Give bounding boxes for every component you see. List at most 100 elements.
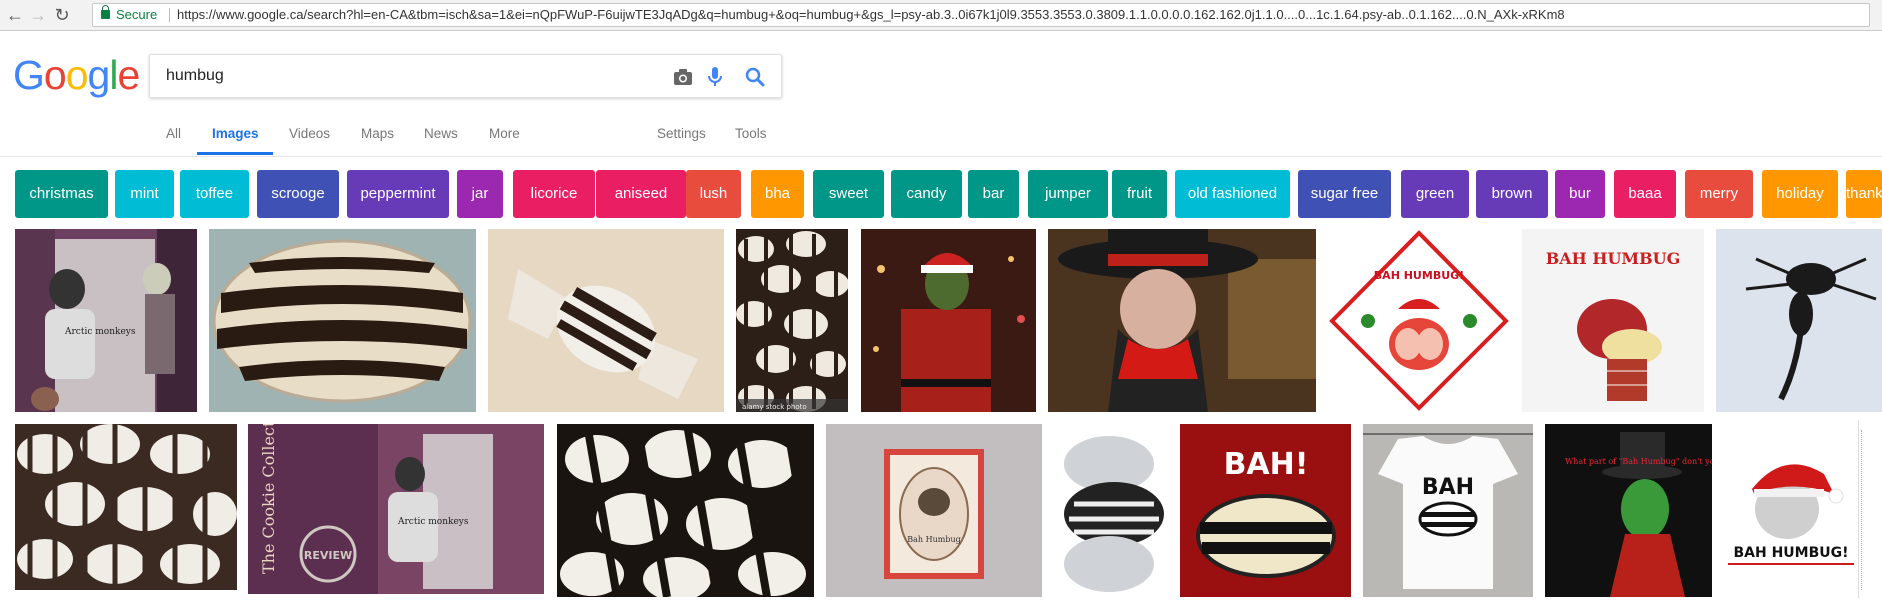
chip-label: scrooge bbox=[271, 185, 325, 202]
logo-letter: o bbox=[43, 52, 67, 98]
image-result-wrapped-humbug[interactable] bbox=[488, 229, 724, 412]
google-logo[interactable]: Google bbox=[13, 52, 140, 99]
logo-letter: e bbox=[117, 52, 140, 98]
chip-sugar-free[interactable]: sugar free bbox=[1298, 170, 1391, 218]
chip-brown[interactable]: brown bbox=[1476, 170, 1548, 218]
chip-merry[interactable]: merry bbox=[1685, 170, 1753, 218]
chip-label: bha bbox=[764, 185, 791, 202]
chip-christmas[interactable]: christmas bbox=[15, 170, 108, 218]
image-result-bug[interactable] bbox=[1716, 229, 1882, 412]
divider bbox=[0, 156, 1882, 157]
reload-button[interactable]: ↻ bbox=[51, 3, 73, 27]
tab-tools[interactable]: Tools bbox=[735, 126, 767, 141]
scrollbar[interactable] bbox=[1858, 420, 1868, 598]
image-text: REVIEW bbox=[304, 549, 352, 562]
chip-bur[interactable]: bur bbox=[1555, 170, 1605, 218]
chip-label: toffee bbox=[195, 185, 234, 202]
chip-label: old fashioned bbox=[1187, 185, 1278, 202]
tab-news[interactable]: News bbox=[424, 126, 458, 141]
chip-label: baaa bbox=[1628, 185, 1662, 202]
chip-peppermint[interactable]: peppermint bbox=[347, 170, 449, 218]
image-result-humbug-mix[interactable] bbox=[557, 424, 814, 597]
reload-icon: ↻ bbox=[54, 5, 70, 25]
tab-all[interactable]: All bbox=[166, 126, 181, 141]
image-result-cookie-collector[interactable]: Arctic monkeys The Cookie Collector REVI… bbox=[248, 424, 544, 594]
chip-label: bar bbox=[982, 185, 1005, 202]
tab-images[interactable]: Images bbox=[212, 126, 259, 141]
chip-label: sweet bbox=[828, 185, 869, 202]
logo-letter: g bbox=[87, 52, 111, 98]
chip-jar[interactable]: jar bbox=[457, 170, 503, 218]
chip-scrooge[interactable]: scrooge bbox=[257, 170, 339, 218]
chip-lush[interactable]: lush bbox=[686, 170, 741, 218]
back-button[interactable]: ← bbox=[4, 3, 26, 27]
chip-fruit[interactable]: fruit bbox=[1112, 170, 1167, 218]
chip-label: jar bbox=[471, 185, 489, 202]
chip-jumper[interactable]: jumper bbox=[1028, 170, 1108, 218]
chip-mint[interactable]: mint bbox=[115, 170, 174, 218]
chip-label: jumper bbox=[1045, 185, 1091, 202]
tab-settings[interactable]: Settings bbox=[657, 126, 706, 141]
camera-icon[interactable] bbox=[671, 65, 695, 89]
search-icon[interactable] bbox=[743, 65, 767, 89]
search-box[interactable]: humbug bbox=[149, 54, 782, 98]
chip-label: aniseed bbox=[614, 185, 668, 202]
image-result-scrooge[interactable] bbox=[1048, 229, 1316, 412]
address-separator bbox=[169, 8, 170, 22]
tab-videos[interactable]: Videos bbox=[289, 126, 330, 141]
image-text: BAH HUMBUG bbox=[1546, 249, 1681, 268]
tab-maps[interactable]: Maps bbox=[361, 126, 394, 141]
image-text: BAH! bbox=[1224, 447, 1309, 482]
image-result-bah-candy[interactable]: BAH! bbox=[1180, 424, 1351, 597]
chip-sweet[interactable]: sweet bbox=[813, 170, 884, 218]
address-bar[interactable]: Secure https://www.google.ca/search?hl=e… bbox=[92, 3, 1870, 27]
chip-licorice[interactable]: licorice bbox=[513, 170, 595, 218]
chip-baaa[interactable]: baaa bbox=[1614, 170, 1676, 218]
forward-button[interactable]: → bbox=[27, 3, 49, 27]
chip-toffee[interactable]: toffee bbox=[180, 170, 249, 218]
tab-more[interactable]: More bbox=[489, 126, 520, 141]
image-text: BAH HUMBUG! bbox=[1733, 545, 1848, 561]
image-text: BAH HUMBUG! bbox=[1374, 269, 1464, 282]
logo-letter: o bbox=[65, 52, 89, 98]
chip-candy[interactable]: candy bbox=[891, 170, 962, 218]
chip-thank[interactable]: thank bbox=[1846, 170, 1882, 218]
image-result-bah-humbug-sign[interactable]: BAH HUMBUG! bbox=[1328, 229, 1510, 412]
secure-label: Secure bbox=[116, 7, 158, 22]
chip-green[interactable]: green bbox=[1401, 170, 1469, 218]
image-result-bah-tshirt[interactable]: BAH bbox=[1363, 424, 1533, 597]
image-result-bah-humbug-face[interactable]: BAH HUMBUG! bbox=[1724, 424, 1858, 597]
chip-old-fashioned[interactable]: old fashioned bbox=[1175, 170, 1290, 218]
logo-letter: G bbox=[13, 52, 45, 98]
chip-bar[interactable]: bar bbox=[968, 170, 1019, 218]
chip-label: candy bbox=[906, 185, 947, 202]
url-text[interactable]: https://www.google.ca/search?hl=en-CA&tb… bbox=[177, 4, 1565, 26]
lock-icon bbox=[101, 5, 110, 19]
chip-label: fruit bbox=[1126, 185, 1152, 202]
browser-toolbar: ← → ↻ Secure https://www.google.ca/searc… bbox=[0, 0, 1882, 31]
chip-label: bur bbox=[1569, 185, 1591, 202]
image-result-humbug-candy-large[interactable] bbox=[209, 229, 476, 412]
image-text: alamy stock photo bbox=[742, 403, 807, 411]
image-result-bah-humbug-cartoon[interactable]: BAH HUMBUG bbox=[1522, 229, 1704, 412]
image-text: Arctic monkeys bbox=[64, 327, 136, 337]
image-text: The Cookie Collector bbox=[259, 424, 278, 574]
search-input[interactable]: humbug bbox=[166, 67, 224, 85]
chip-label: merry bbox=[1699, 185, 1739, 202]
image-result-humbug-pile[interactable]: alamy stock photo bbox=[736, 229, 848, 412]
image-result-bah-humbug-card[interactable]: Bah Humbug bbox=[826, 424, 1042, 597]
chip-label: licorice bbox=[530, 185, 578, 202]
image-result-arctic-monkeys[interactable]: Arctic monkeys bbox=[15, 229, 197, 412]
image-result-humbugs-closeup[interactable] bbox=[15, 424, 237, 590]
image-result-grinch[interactable] bbox=[861, 229, 1036, 412]
image-result-scrooge-cartoon[interactable]: What part of "Bah Humbug" don't you unde… bbox=[1545, 424, 1712, 597]
image-text: BAH bbox=[1422, 475, 1474, 500]
chip-label: mint bbox=[130, 185, 159, 202]
chip-bha[interactable]: bha bbox=[751, 170, 804, 218]
microphone-icon[interactable] bbox=[703, 65, 727, 89]
image-result-wrapped-humbugs[interactable] bbox=[1054, 424, 1168, 597]
chip-label: peppermint bbox=[360, 185, 436, 202]
chip-aniseed[interactable]: aniseed bbox=[596, 170, 686, 218]
image-text: Arctic monkeys bbox=[397, 517, 469, 527]
chip-holiday[interactable]: holiday bbox=[1762, 170, 1838, 218]
